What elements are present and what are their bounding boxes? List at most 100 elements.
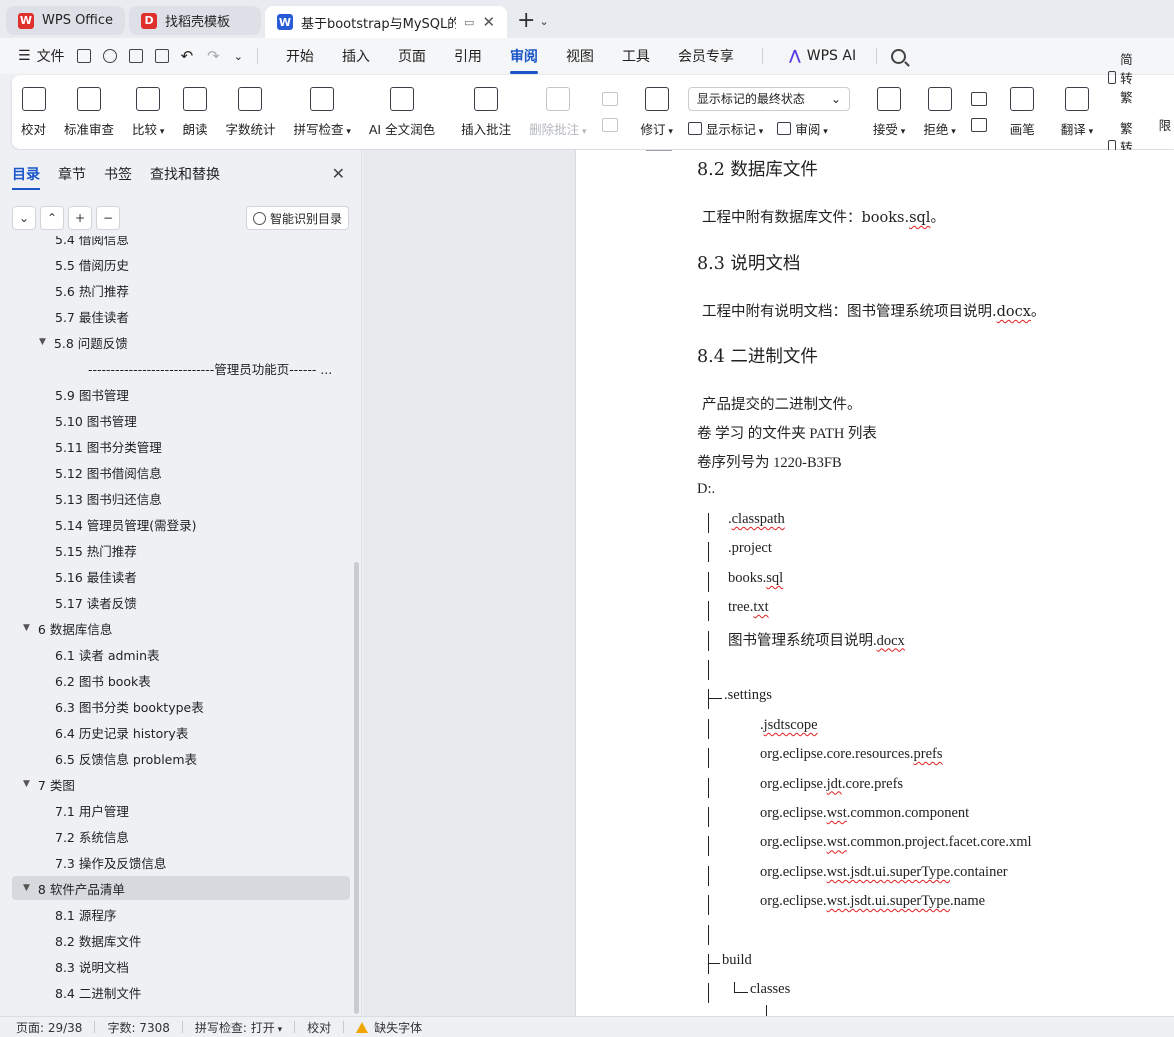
proof-button[interactable]: 校对	[12, 80, 55, 144]
redo-icon[interactable]: ↷	[207, 47, 220, 65]
accept-button[interactable]: 接受	[864, 80, 914, 144]
collapse-level-icon[interactable]: ⌄	[12, 206, 36, 230]
delete-comment-button[interactable]: 删除批注	[520, 80, 595, 144]
search-icon[interactable]	[891, 48, 907, 64]
print-preview-icon[interactable]	[154, 49, 169, 63]
toc-item[interactable]: 7.1 用户管理	[55, 798, 129, 822]
toc-item[interactable]: 6.3 图书分类 booktype表	[55, 694, 204, 718]
undo-icon[interactable]: ↶	[181, 47, 194, 65]
toc-item[interactable]: 5.15 热门推荐	[55, 538, 137, 562]
document-page[interactable]: 8.2 数据库文件 工程中附有数据库文件：books.sql。 8.3 说明文档…	[575, 150, 1174, 1016]
remove-heading-icon[interactable]: −	[96, 206, 120, 230]
ai-polish-button[interactable]: AI 全文润色	[360, 80, 444, 144]
toc-item[interactable]: 5.7 最佳读者	[55, 304, 129, 328]
toc-item[interactable]: 8.3 说明文档	[55, 954, 129, 978]
toc-item[interactable]: 5.16 最佳读者	[55, 564, 137, 588]
add-heading-icon[interactable]: +	[68, 206, 92, 230]
toc-item[interactable]: 6.2 图书 book表	[55, 668, 151, 692]
file-menu[interactable]: ☰ 文件	[18, 46, 65, 66]
next-revision-icon[interactable]	[970, 118, 987, 132]
toc-item[interactable]: 8.4 二进制文件	[55, 980, 141, 1004]
menu-tab-home[interactable]: 开始	[286, 40, 314, 72]
expand-caret-icon[interactable]: ▼	[23, 883, 30, 893]
toc-item[interactable]: 5.11 图书分类管理	[55, 434, 162, 458]
standard-review-button[interactable]: 标准审查	[55, 80, 123, 144]
expand-level-icon[interactable]: ⌃	[40, 206, 64, 230]
wps-ai-button[interactable]: ⋀ WPS AI	[789, 48, 856, 64]
missing-font-indicator[interactable]: 缺失字体	[356, 1019, 422, 1036]
previous-comment-icon[interactable]	[601, 92, 618, 106]
toc-item[interactable]: ▼ 6 数据库信息	[23, 616, 112, 640]
menu-tab-view[interactable]: 视图	[566, 40, 594, 72]
menu-tab-insert[interactable]: 插入	[342, 40, 370, 72]
tab-wps-office[interactable]: W WPS Office	[6, 6, 126, 35]
toc-item[interactable]: 5.4 借阅信息	[55, 236, 129, 250]
smart-toc-button[interactable]: 智能识别目录	[245, 206, 349, 230]
toc-item[interactable]: 7.2 系统信息	[55, 824, 129, 848]
tab-docer-templates[interactable]: D 找稻壳模板	[129, 6, 262, 35]
toc-scrollbar[interactable]	[354, 562, 359, 1014]
toc-item[interactable]: 5.17 读者反馈	[55, 590, 137, 614]
new-tab-icon[interactable]: +	[517, 8, 535, 33]
toc-item[interactable]: 5.10 图书管理	[55, 408, 137, 432]
proof-indicator[interactable]: 校对	[307, 1019, 331, 1036]
word-count-button[interactable]: 字数统计	[216, 80, 284, 144]
track-changes-button[interactable]: 修订	[632, 80, 682, 144]
toc-item[interactable]: ▼ 5.8 问题反馈	[39, 330, 128, 354]
expand-caret-icon[interactable]: ▼	[39, 337, 46, 347]
toc-item[interactable]: 5.5 借阅历史	[55, 252, 129, 276]
toc-item[interactable]: 5.9 图书管理	[55, 382, 129, 406]
translate-icon	[1064, 86, 1089, 111]
page-indicator[interactable]: 页面: 29/38	[16, 1019, 82, 1036]
toc-item[interactable]: 6.4 历史记录 history表	[55, 720, 188, 744]
expand-caret-icon[interactable]: ▼	[23, 623, 30, 633]
tab-toc[interactable]: 目录	[12, 164, 40, 190]
toc-item[interactable]: 7.3 操作及反馈信息	[55, 850, 166, 874]
spellcheck-button[interactable]: 拼写检查	[284, 80, 359, 144]
menu-tab-page[interactable]: 页面	[398, 40, 426, 72]
tab-sections[interactable]: 章节	[58, 164, 86, 184]
reject-button[interactable]: 拒绝	[914, 80, 964, 144]
menu-tab-tools[interactable]: 工具	[622, 40, 650, 72]
restrict-edit-button[interactable]: 限	[1155, 80, 1174, 144]
translate-button[interactable]: 翻译	[1052, 80, 1102, 144]
toc-item[interactable]: ----------------------------管理员功能页------…	[88, 356, 332, 380]
toc-item[interactable]: 5.13 图书归还信息	[55, 486, 162, 510]
toc-item[interactable]: 5.6 热门推荐	[55, 278, 129, 302]
chevron-down-icon[interactable]: ⌄	[539, 15, 548, 28]
menu-tab-references[interactable]: 引用	[454, 40, 482, 72]
next-comment-icon[interactable]	[601, 118, 618, 132]
expand-caret-icon[interactable]: ▼	[23, 779, 30, 789]
menu-tab-member[interactable]: 会员专享	[678, 40, 734, 72]
tab-find-replace[interactable]: 查找和替换	[150, 164, 220, 184]
close-pane-icon[interactable]: ✕	[332, 164, 345, 183]
spellcheck-indicator[interactable]: 拼写检查: 打开	[195, 1019, 282, 1036]
review-pane-button[interactable]: 审阅	[777, 119, 827, 138]
pen-button[interactable]: 画笔	[1001, 80, 1044, 144]
compare-button[interactable]: 比较	[123, 80, 173, 144]
toc-item[interactable]: 8.1 源程序	[55, 902, 116, 926]
monitor-icon[interactable]: ▭	[464, 16, 474, 29]
word-count-indicator[interactable]: 字数: 7308	[107, 1019, 169, 1036]
toc-item[interactable]: 8.2 数据库文件	[55, 928, 141, 952]
toc-item[interactable]: 6.1 读者 admin表	[55, 642, 160, 666]
quick-access-more-icon[interactable]: ⌄	[234, 50, 243, 63]
save-icon[interactable]	[76, 49, 91, 63]
print-icon[interactable]	[128, 49, 143, 63]
share-icon[interactable]	[102, 49, 117, 63]
insert-comment-button[interactable]: 插入批注	[452, 80, 520, 144]
tab-current-document[interactable]: W 基于bootstrap与MySQL的图 ▭ ✕	[265, 6, 508, 38]
toc-item[interactable]: ▼ 7 类图	[23, 772, 75, 796]
toc-item[interactable]: ▼ 8 软件产品清单	[12, 876, 350, 900]
tab-bookmarks[interactable]: 书签	[104, 164, 132, 184]
toc-item[interactable]: 6.5 反馈信息 problem表	[55, 746, 197, 770]
show-markup-button[interactable]: 显示标记	[687, 119, 763, 138]
read-aloud-button[interactable]: 朗读	[173, 80, 216, 144]
menu-tab-review[interactable]: 审阅	[509, 40, 538, 74]
simp-to-trad-button[interactable]: 简转繁	[1108, 49, 1139, 106]
toc-item[interactable]: 5.14 管理员管理(需登录)	[55, 512, 197, 536]
markup-mode-select[interactable]: 显示标记的最终状态 ⌄	[687, 86, 850, 111]
previous-revision-icon[interactable]	[970, 92, 987, 106]
toc-item[interactable]: 5.12 图书借阅信息	[55, 460, 162, 484]
close-tab-icon[interactable]: ✕	[482, 13, 495, 31]
